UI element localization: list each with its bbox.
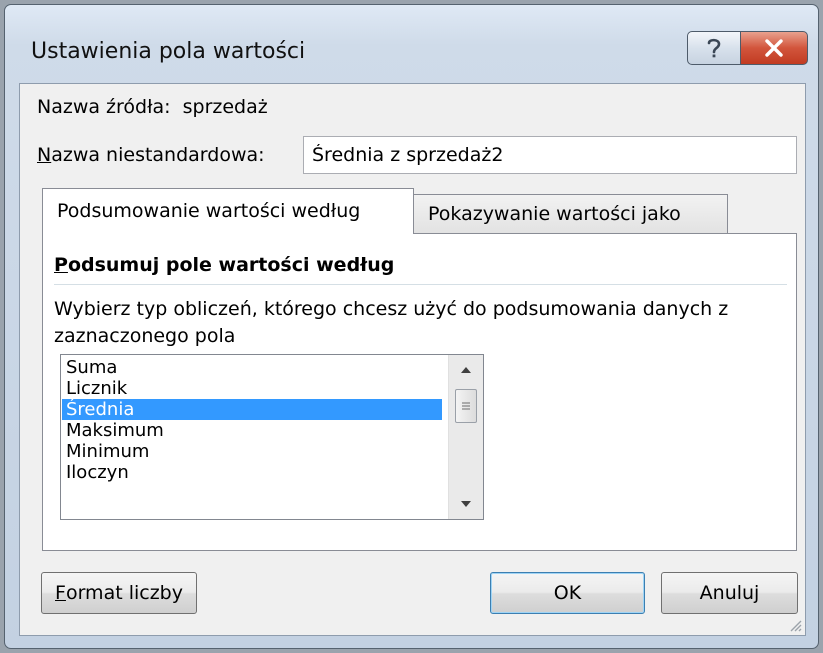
- source-name-label: Nazwa źródła: sprzedaż: [37, 96, 268, 118]
- list-scrollbar[interactable]: [448, 355, 483, 519]
- list-items: Suma Licznik Średnia Maksimum Minimum Il…: [62, 357, 442, 483]
- question-mark-icon: [707, 38, 721, 58]
- list-item-average[interactable]: Średnia: [62, 399, 442, 420]
- scroll-up-button[interactable]: [449, 355, 483, 385]
- arrow-down-icon: [461, 501, 471, 507]
- dialog-window: Ustawienia pola wartości Nazwa źródła: s…: [4, 4, 819, 649]
- list-item-count[interactable]: Licznik: [62, 378, 442, 399]
- dialog-title: Ustawienia pola wartości: [31, 39, 306, 64]
- tab-show-values-as[interactable]: Pokazywanie wartości jako: [413, 194, 728, 234]
- section-title-text: odsumuj pole wartości według: [67, 254, 395, 276]
- custom-name-label-text: azwa niestandardowa:: [51, 144, 265, 166]
- scroll-down-button[interactable]: [449, 489, 483, 519]
- list-item-max[interactable]: Maksimum: [62, 420, 442, 441]
- section-title-accesskey: P: [54, 254, 68, 276]
- list-item-min[interactable]: Minimum: [62, 441, 442, 462]
- arrow-up-icon: [461, 367, 471, 373]
- dialog-content: Nazwa źródła: sprzedaż Nazwa niestandard…: [19, 83, 806, 636]
- custom-name-label: Nazwa niestandardowa:: [37, 144, 265, 166]
- section-divider: [54, 284, 787, 285]
- help-button[interactable]: [687, 31, 741, 65]
- grip-lines-icon: [462, 402, 470, 410]
- close-button[interactable]: [740, 31, 808, 65]
- custom-name-input[interactable]: [303, 136, 797, 174]
- number-format-button[interactable]: Format liczby: [41, 572, 197, 614]
- resize-grip-icon[interactable]: [788, 618, 802, 632]
- scroll-thumb[interactable]: [455, 389, 477, 423]
- tab-summarize-by[interactable]: Podsumowanie wartości według: [42, 188, 414, 234]
- list-item-sum[interactable]: Suma: [62, 357, 442, 378]
- source-name-value: sprzedaż: [182, 96, 268, 118]
- list-item-product[interactable]: Iloczyn: [62, 462, 442, 483]
- ok-button[interactable]: OK: [490, 572, 645, 614]
- calculation-type-listbox[interactable]: Suma Licznik Średnia Maksimum Minimum Il…: [60, 354, 484, 520]
- section-title: Podsumuj pole wartości według: [54, 254, 394, 276]
- section-description: Wybierz typ obliczeń, którego chcesz uży…: [54, 298, 729, 347]
- source-name-label-text: Nazwa źródła:: [37, 96, 171, 118]
- number-format-label: ormat liczby: [65, 582, 183, 604]
- close-x-icon: [765, 39, 783, 57]
- number-format-accesskey: F: [55, 582, 66, 604]
- cancel-button[interactable]: Anuluj: [661, 572, 798, 614]
- custom-name-accesskey: N: [37, 144, 52, 166]
- summarize-panel: Podsumuj pole wartości według Wybierz ty…: [42, 233, 797, 551]
